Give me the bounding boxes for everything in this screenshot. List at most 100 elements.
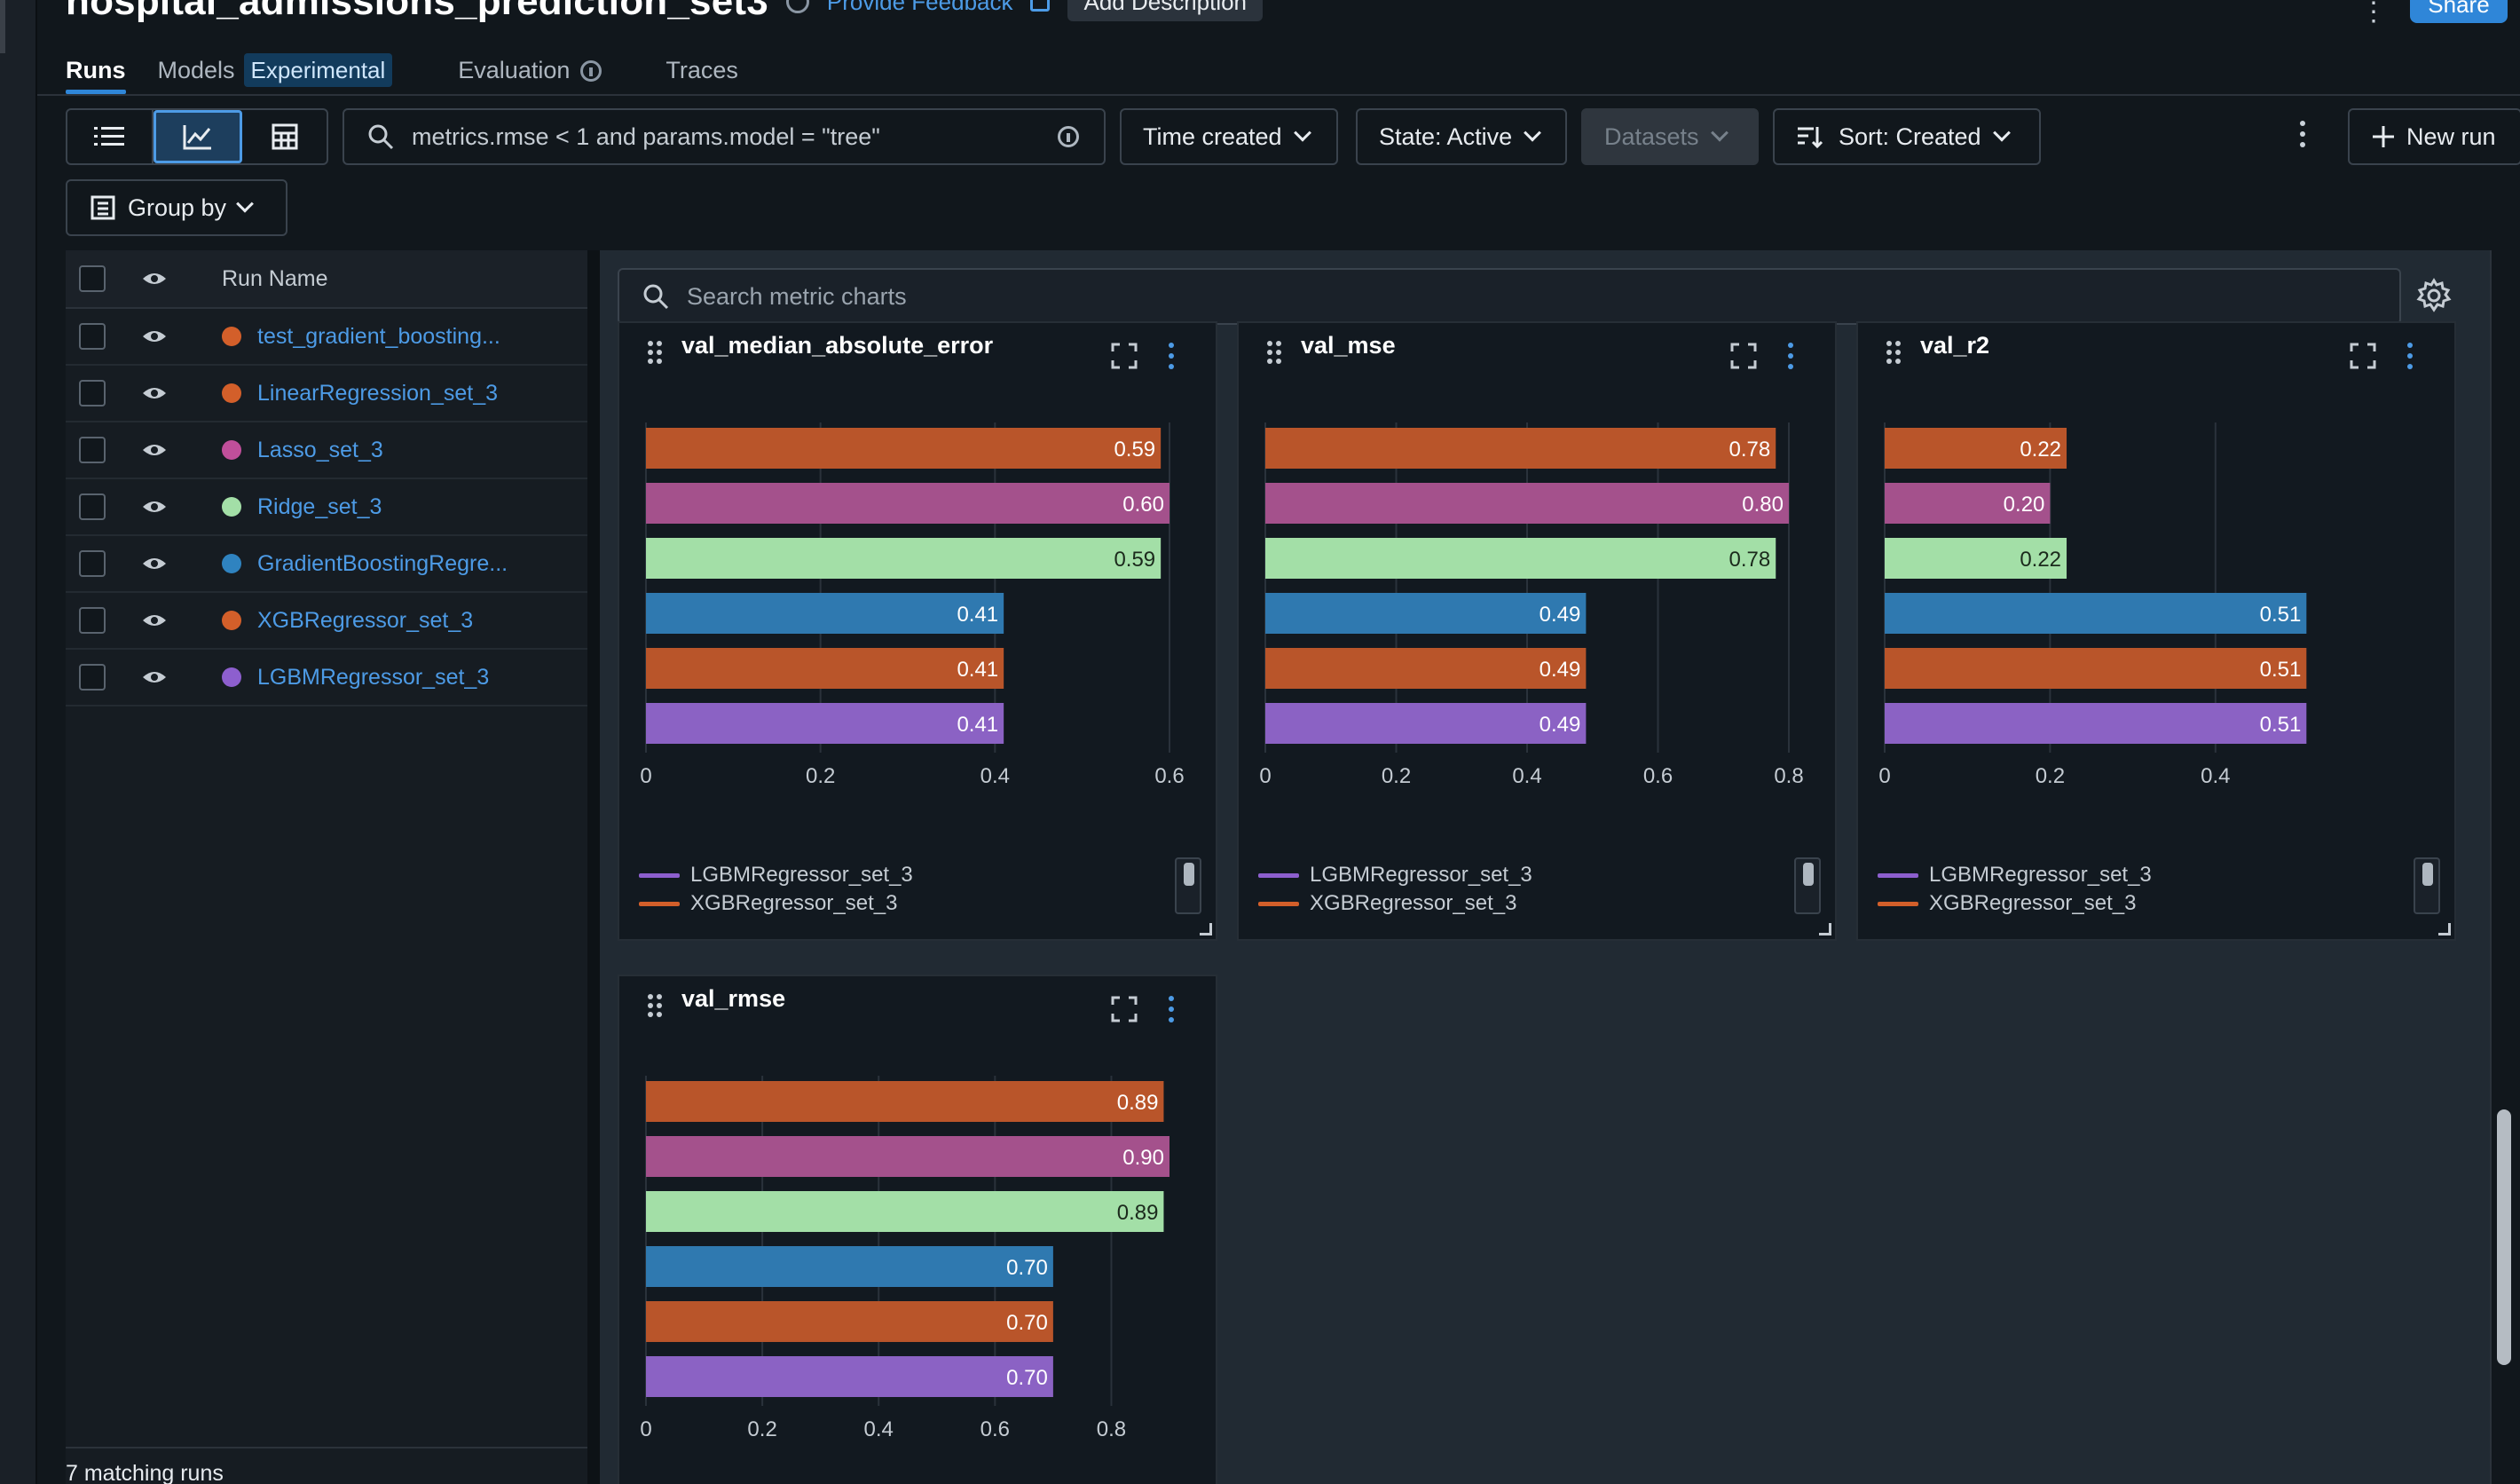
list-view-button[interactable]	[67, 110, 154, 163]
run-name-header[interactable]: Run Name	[222, 266, 328, 292]
table-row[interactable]: LinearRegression_set_3	[66, 366, 587, 422]
select-all-checkbox[interactable]	[79, 265, 106, 292]
table-row[interactable]: Lasso_set_3	[66, 422, 587, 479]
run-color-dot[interactable]	[222, 611, 241, 630]
eye-icon[interactable]	[141, 612, 168, 629]
run-name-link[interactable]: test_gradient_boosting...	[257, 324, 515, 350]
row-checkbox[interactable]	[79, 323, 106, 350]
panel-splitter[interactable]	[587, 250, 600, 1484]
legend-scroll-thumb[interactable]	[1184, 863, 1194, 886]
scrollbar-thumb[interactable]	[2497, 1109, 2511, 1365]
bar[interactable]	[646, 1191, 1164, 1232]
eye-icon[interactable]	[141, 555, 168, 572]
run-color-dot[interactable]	[222, 554, 241, 573]
run-name-link[interactable]: LGBMRegressor_set_3	[257, 665, 515, 691]
tab-traces[interactable]: Traces	[665, 50, 738, 91]
row-checkbox[interactable]	[79, 607, 106, 634]
legend-item[interactable]: XGBRegressor_set_3	[1258, 889, 1532, 918]
resize-handle-icon[interactable]	[1200, 923, 1212, 935]
bar[interactable]	[1885, 648, 2307, 689]
table-row[interactable]: test_gradient_boosting...	[66, 309, 587, 366]
run-search-input[interactable]: metrics.rmse < 1 and params.model = "tre…	[343, 108, 1106, 165]
run-name-link[interactable]: Lasso_set_3	[257, 438, 515, 463]
run-color-dot[interactable]	[222, 327, 241, 346]
header-kebab-icon[interactable]: ⋮	[2360, 0, 2387, 28]
bar[interactable]	[646, 483, 1169, 524]
row-checkbox[interactable]	[79, 437, 106, 463]
left-rail-handle[interactable]	[0, 0, 5, 53]
table-row[interactable]: Ridge_set_3	[66, 479, 587, 536]
row-checkbox[interactable]	[79, 493, 106, 520]
legend-scroll-thumb[interactable]	[2422, 863, 2433, 886]
search-info-icon[interactable]	[1058, 126, 1079, 147]
bar[interactable]	[646, 538, 1162, 579]
chart-view-button[interactable]	[153, 110, 243, 163]
legend-scrollbar[interactable]	[1794, 857, 1821, 914]
feedback-link[interactable]: Provide Feedback	[827, 0, 1013, 16]
legend-item[interactable]: LGBMRegressor_set_3	[639, 861, 913, 889]
run-color-dot[interactable]	[222, 497, 241, 517]
gear-icon[interactable]	[2414, 275, 2454, 316]
eye-icon[interactable]	[141, 270, 168, 288]
bar[interactable]	[1265, 483, 1789, 524]
row-checkbox[interactable]	[79, 380, 106, 407]
sort-dropdown[interactable]: Sort: Created	[1773, 108, 2041, 165]
share-button[interactable]: Share	[2410, 0, 2508, 23]
run-color-dot[interactable]	[222, 440, 241, 460]
bar[interactable]	[646, 1081, 1164, 1122]
row-checkbox[interactable]	[79, 664, 106, 691]
table-row[interactable]: GradientBoostingRegre...	[66, 536, 587, 593]
run-name-link[interactable]: GradientBoostingRegre...	[257, 551, 515, 577]
more-options-icon[interactable]	[2298, 121, 2307, 147]
resize-handle-icon[interactable]	[2438, 923, 2451, 935]
bar[interactable]	[1265, 538, 1776, 579]
bar[interactable]	[646, 1136, 1169, 1177]
bar[interactable]	[646, 428, 1162, 469]
run-name-link[interactable]: Ridge_set_3	[257, 494, 515, 520]
legend-item[interactable]: XGBRegressor_set_3	[1878, 889, 2152, 918]
tab-runs[interactable]: Runs	[66, 50, 126, 94]
legend-scroll-thumb[interactable]	[1803, 863, 1814, 886]
bar[interactable]	[1265, 428, 1776, 469]
legend-scrollbar[interactable]	[1175, 857, 1201, 914]
bar[interactable]	[1885, 593, 2307, 634]
chart-search-input[interactable]: Search metric charts	[618, 268, 2401, 325]
bar[interactable]	[646, 648, 1004, 689]
run-color-dot[interactable]	[222, 667, 241, 687]
legend-item[interactable]: LGBMRegressor_set_3	[1878, 861, 2152, 889]
group-by-button[interactable]: Group by	[66, 179, 287, 236]
table-row[interactable]: XGBRegressor_set_3	[66, 593, 587, 650]
run-name-link[interactable]: XGBRegressor_set_3	[257, 608, 515, 634]
bar[interactable]	[646, 1356, 1053, 1397]
datasets-dropdown[interactable]: Datasets	[1581, 108, 1759, 165]
run-name-link[interactable]: LinearRegression_set_3	[257, 381, 515, 407]
eye-icon[interactable]	[141, 498, 168, 516]
tab-evaluation[interactable]: Evaluation	[458, 50, 602, 91]
bar[interactable]	[1265, 593, 1587, 634]
legend-scrollbar[interactable]	[2414, 857, 2440, 914]
info-icon[interactable]	[785, 0, 809, 13]
time-created-dropdown[interactable]: Time created	[1120, 108, 1338, 165]
legend-item[interactable]: XGBRegressor_set_3	[639, 889, 913, 918]
legend-item[interactable]: LGBMRegressor_set_3	[1258, 861, 1532, 889]
add-description-button[interactable]: Add Description	[1067, 0, 1264, 21]
row-checkbox[interactable]	[79, 550, 106, 577]
bar[interactable]	[1885, 703, 2307, 744]
bar[interactable]	[646, 1246, 1053, 1287]
bar[interactable]	[646, 703, 1004, 744]
bar[interactable]	[646, 1301, 1053, 1342]
bar[interactable]	[1265, 703, 1587, 744]
eye-icon[interactable]	[141, 441, 168, 459]
table-row[interactable]: LGBMRegressor_set_3	[66, 650, 587, 706]
table-view-button[interactable]	[242, 110, 327, 163]
bar[interactable]	[1265, 648, 1587, 689]
run-color-dot[interactable]	[222, 383, 241, 403]
vertical-scrollbar[interactable]	[2490, 250, 2520, 1484]
tab-models[interactable]: Models Experimental	[158, 50, 393, 91]
new-run-button[interactable]: New run	[2348, 108, 2520, 165]
eye-icon[interactable]	[141, 384, 168, 402]
info-icon[interactable]	[580, 60, 602, 82]
eye-icon[interactable]	[141, 328, 168, 345]
resize-handle-icon[interactable]	[1819, 923, 1831, 935]
state-dropdown[interactable]: State: Active	[1356, 108, 1567, 165]
